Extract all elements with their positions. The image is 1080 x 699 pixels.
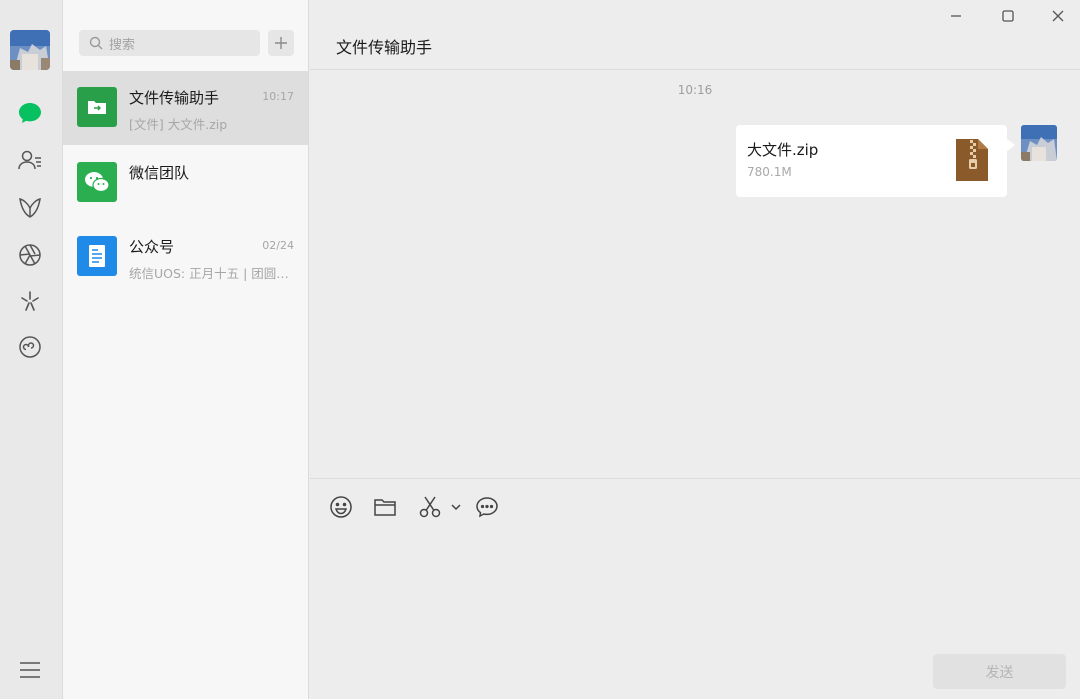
chat-history-icon[interactable] <box>474 493 500 521</box>
wechat-team-avatar <box>77 162 117 202</box>
chat-header: 文件传输助手 <box>310 0 1080 70</box>
chat-title: 文件传输助手 <box>336 38 433 57</box>
conversation-list: 搜索 文件传输助手 10:17 [文件] 大文件.zip 微信团队 公众号 02… <box>63 0 309 699</box>
wechat-logo-icon <box>85 172 110 193</box>
file-transfer-avatar <box>77 87 117 127</box>
folder-transfer-icon <box>88 101 106 114</box>
search-box[interactable]: 搜索 <box>79 30 260 56</box>
minimize-icon[interactable] <box>944 4 968 28</box>
moments-icon[interactable] <box>15 240 45 270</box>
conversation-official-accounts[interactable]: 公众号 02/24 统信UOS: 正月十五 | 团圆… <box>63 220 308 294</box>
conversation-wechat-team[interactable]: 微信团队 <box>63 146 308 220</box>
emoji-icon[interactable] <box>328 493 354 521</box>
conversation-file-transfer[interactable]: 文件传输助手 10:17 [文件] 大文件.zip <box>63 71 308 145</box>
folder-icon[interactable] <box>372 493 398 521</box>
official-accounts-avatar <box>77 236 117 276</box>
miniprogram-icon[interactable] <box>15 332 45 362</box>
conversation-time: 10:17 <box>262 90 294 103</box>
conversation-time: 02/24 <box>262 239 294 252</box>
nav-rail <box>0 0 63 699</box>
message-composer[interactable]: 发送 <box>310 478 1080 699</box>
contacts-icon[interactable] <box>15 145 45 175</box>
file-message-bubble[interactable]: 大文件.zip 780.1M <box>736 125 1015 197</box>
chevron-down-icon[interactable] <box>449 493 463 521</box>
search-icon <box>89 36 103 50</box>
menu-icon[interactable] <box>15 655 45 685</box>
channels-icon[interactable] <box>15 286 45 316</box>
conversation-preview: [文件] 大文件.zip <box>129 117 228 132</box>
add-button[interactable] <box>268 30 294 56</box>
favorites-icon[interactable] <box>15 193 45 223</box>
maximize-icon[interactable] <box>996 4 1020 28</box>
plus-icon <box>275 37 287 49</box>
conversation-name: 微信团队 <box>129 164 190 182</box>
search-input[interactable]: 搜索 <box>109 34 135 53</box>
zip-file-icon <box>956 139 988 181</box>
file-size: 780.1M <box>747 165 792 179</box>
user-avatar[interactable] <box>10 30 50 70</box>
conversation-name: 公众号 <box>129 238 175 256</box>
chat-icon[interactable] <box>15 98 45 128</box>
screenshot-scissors-icon[interactable] <box>417 493 443 521</box>
send-button[interactable]: 发送 <box>933 654 1066 689</box>
sender-avatar[interactable] <box>1021 125 1057 161</box>
conversation-preview: 统信UOS: 正月十五 | 团圆… <box>129 266 289 281</box>
chat-panel: 文件传输助手 10:16 大文件.zip 780.1M 发送 <box>310 0 1080 699</box>
file-name: 大文件.zip <box>747 141 819 159</box>
document-icon <box>89 245 105 267</box>
message-timestamp: 10:16 <box>677 83 713 97</box>
conversation-name: 文件传输助手 <box>129 89 220 107</box>
close-icon[interactable] <box>1046 4 1070 28</box>
